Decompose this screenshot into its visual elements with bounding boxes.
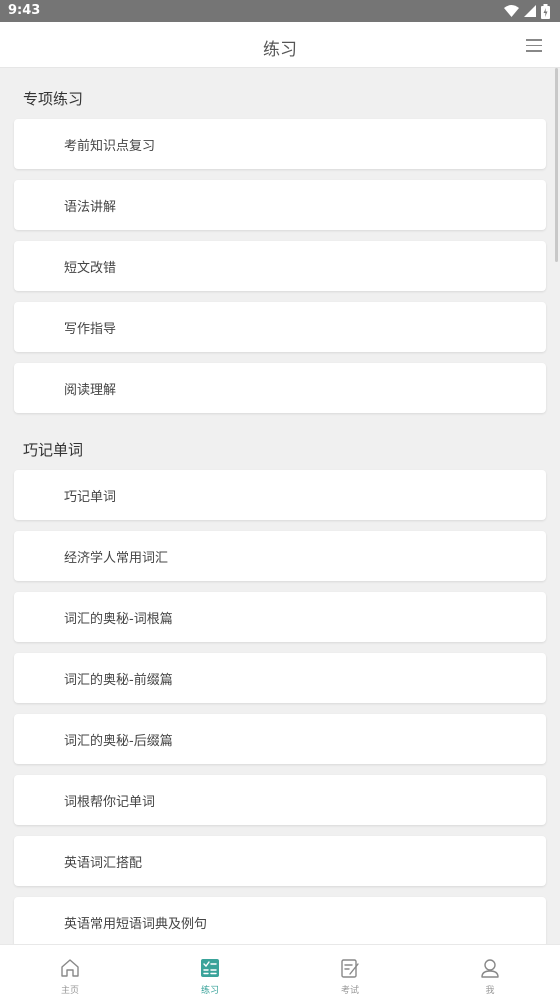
list-item[interactable]: 考前知识点复习: [14, 119, 546, 169]
list-item-label: 短文改错: [64, 261, 117, 276]
status-time: 9:43: [8, 3, 41, 18]
exam-icon: [341, 959, 359, 978]
list-item[interactable]: 词汇的奥秘-前缀篇: [14, 653, 546, 703]
scrollbar[interactable]: [555, 68, 558, 262]
status-icons: [504, 3, 550, 19]
page-title: 练习: [263, 40, 297, 60]
status-bar: 9:43: [0, 0, 560, 22]
battery-icon: [541, 3, 550, 19]
tab-label: 练习: [200, 986, 219, 996]
list-item[interactable]: 巧记单词: [14, 470, 546, 520]
list-item-label: 词汇的奥秘-词根篇: [64, 612, 173, 627]
list-item[interactable]: 短文改错: [14, 241, 546, 291]
list-item-label: 语法讲解: [64, 200, 117, 215]
list-item[interactable]: 写作指导: [14, 302, 546, 352]
list-item-label: 经济学人常用词汇: [64, 551, 169, 566]
wifi-icon: [504, 5, 519, 17]
list-item[interactable]: 经济学人常用词汇: [14, 531, 546, 581]
bottom-tab-bar: 主页 练习 考试 我: [0, 944, 560, 996]
list-item[interactable]: 阅读理解: [14, 363, 546, 413]
tab-practice[interactable]: 练习: [140, 945, 280, 996]
signal-icon: [524, 5, 536, 17]
list-item-label: 考前知识点复习: [64, 139, 156, 154]
practice-icon: [201, 959, 219, 977]
home-icon: [61, 959, 79, 977]
list-item[interactable]: 英语常用短语词典及例句: [14, 897, 546, 944]
tab-exam[interactable]: 考试: [280, 945, 420, 996]
menu-icon[interactable]: [526, 39, 542, 52]
section-title-vocab: 巧记单词: [23, 441, 84, 459]
section-title-special: 专项练习: [23, 90, 84, 108]
tab-me[interactable]: 我: [420, 945, 560, 996]
tab-label: 主页: [60, 986, 79, 996]
list-item-label: 词汇的奥秘-前缀篇: [64, 673, 173, 688]
tab-label: 我: [485, 986, 495, 996]
list-item-label: 英语词汇搭配: [64, 856, 143, 871]
tab-label: 考试: [340, 986, 359, 996]
list-item[interactable]: 词汇的奥秘-后缀篇: [14, 714, 546, 764]
content-area[interactable]: 专项练习 考前知识点复习 语法讲解 短文改错 写作指导 阅读理解 巧记单词 巧记…: [0, 68, 560, 944]
app-header: 练习: [0, 22, 560, 68]
list-item-label: 词汇的奥秘-后缀篇: [64, 734, 173, 749]
tab-home[interactable]: 主页: [0, 945, 140, 996]
list-item[interactable]: 词根帮你记单词: [14, 775, 546, 825]
user-icon: [481, 959, 499, 978]
list-item-label: 巧记单词: [64, 490, 117, 505]
list-item[interactable]: 英语词汇搭配: [14, 836, 546, 886]
list-item-label: 写作指导: [64, 322, 117, 337]
list-item[interactable]: 词汇的奥秘-词根篇: [14, 592, 546, 642]
list-item[interactable]: 语法讲解: [14, 180, 546, 230]
list-item-label: 英语常用短语词典及例句: [64, 917, 208, 932]
list-item-label: 词根帮你记单词: [64, 795, 156, 810]
list-item-label: 阅读理解: [64, 383, 117, 398]
